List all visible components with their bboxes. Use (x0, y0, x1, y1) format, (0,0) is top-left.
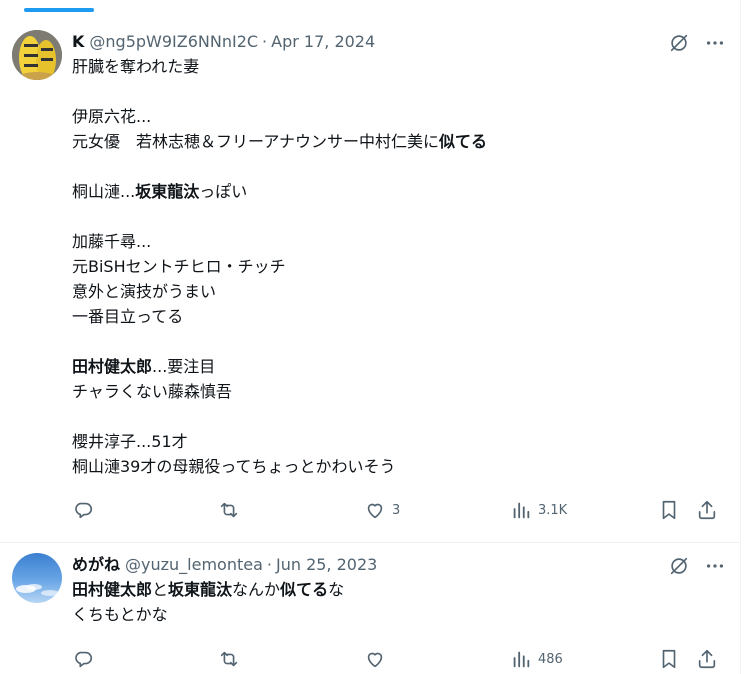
reply-icon (75, 651, 92, 668)
share-button[interactable] (696, 644, 718, 674)
like-button[interactable] (364, 644, 392, 674)
text-line: 伊原六花... (72, 104, 728, 129)
tweet-header: めがね @yuzu_lemontea · Jun 25, 2023 (72, 553, 728, 577)
reply-icon (75, 502, 92, 519)
author-handle[interactable]: @ng5pW9IZ6NNnI2C (89, 30, 258, 54)
tweet[interactable]: めがね @yuzu_lemontea · Jun 25, 2023 田村健太郎と… (0, 543, 740, 674)
repost-icon (220, 502, 238, 518)
highlighted-term: 似てる (280, 580, 329, 599)
text-segment: 元女優 若林志穂＆フリーアナウンサー中村仁美に (72, 132, 440, 151)
view-count: 486 (538, 651, 563, 667)
share-icon (698, 500, 716, 520)
text-segment: と (152, 580, 169, 599)
text-line: 田村健太郎...要注目 (72, 354, 728, 379)
avatar[interactable] (12, 30, 62, 80)
text-line: 元BiSHセントチヒロ・チッチ (72, 254, 728, 279)
text-segment: 加藤千尋... (72, 232, 152, 251)
author-handle[interactable]: @yuzu_lemontea (125, 553, 263, 577)
text-segment: 伊原六花... (72, 107, 152, 126)
text-line: 桐山漣...坂東龍汰っぽい (72, 179, 728, 204)
avatar[interactable] (12, 553, 62, 603)
tweet-header: K @ng5pW9IZ6NNnI2C · Apr 17, 2024 (72, 30, 728, 54)
repost-button[interactable] (218, 495, 246, 525)
text-segment: 桐山漣... (72, 182, 136, 201)
separator: · (262, 32, 268, 51)
more-dots-icon[interactable] (702, 30, 728, 56)
like-count: 3 (392, 502, 401, 518)
text-segment: 桐山漣39才の母親役ってちょっとかわいそう (72, 457, 396, 476)
highlighted-term: 田村健太郎 (72, 357, 153, 376)
text-segment: な (328, 580, 345, 599)
author-name[interactable]: めがね (72, 553, 120, 577)
text-line: 加藤千尋... (72, 229, 728, 254)
text-segment: っぽい (199, 182, 248, 201)
more-dots-icon[interactable] (702, 553, 728, 579)
bookmark-button[interactable] (658, 495, 680, 525)
views-icon (513, 651, 530, 668)
view-count: 3.1K (538, 502, 568, 518)
text-segment: チャラくない藤森慎吾 (72, 382, 232, 401)
text-line: くちもとかな (72, 602, 728, 627)
text-line: 一番目立ってる (72, 304, 728, 329)
repost-icon (220, 651, 238, 667)
text-segment: 肝臓を奪われた妻 (72, 57, 200, 76)
tweet-actions: 486 (72, 644, 728, 674)
reply-button[interactable] (72, 495, 100, 525)
text-segment: 元BiSHセントチヒロ・チッチ (72, 257, 286, 276)
highlighted-term: 似てる (439, 132, 488, 151)
tweet-text: 肝臓を奪われた妻 伊原六花... 元女優 若林志穂＆フリーアナウンサー中村仁美に似て… (72, 54, 728, 479)
text-segment: くちもとかな (72, 605, 168, 624)
highlighted-term: 坂東龍汰 (135, 182, 200, 201)
tweet-actions: 3 3.1K (72, 495, 728, 525)
text-line: 桐山漣39才の母親役ってちょっとかわいそう (72, 454, 728, 479)
reply-button[interactable] (72, 644, 100, 674)
text-line: 櫻井淳子...51才 (72, 429, 728, 454)
bookmark-icon (662, 649, 676, 669)
tweet-text: 田村健太郎と坂東龍汰なんか似てるなくちもとかな (72, 577, 728, 627)
text-line: チャラくない藤森慎吾 (72, 379, 728, 404)
text-segment: 意外と演技がうまい (72, 282, 217, 301)
text-line: 肝臓を奪われた妻 (72, 54, 728, 79)
text-segment: なんか (232, 580, 281, 599)
repost-button[interactable] (218, 644, 246, 674)
like-button[interactable]: 3 (364, 495, 400, 525)
tweet[interactable]: K @ng5pW9IZ6NNnI2C · Apr 17, 2024 肝臓を奪われ… (0, 22, 740, 543)
text-line: 田村健太郎と坂東龍汰なんか似てるな (72, 577, 728, 602)
tweet-date[interactable]: Apr 17, 2024 (271, 30, 375, 54)
text-segment: 櫻井淳子...51才 (72, 432, 188, 451)
grok-slash-icon[interactable] (666, 30, 692, 56)
views-button[interactable]: 486 (510, 644, 563, 674)
active-tab-indicator (24, 8, 94, 12)
text-line: 意外と演技がうまい (72, 279, 728, 304)
text-line: 元女優 若林志穂＆フリーアナウンサー中村仁美に似てる (72, 129, 728, 154)
author-name[interactable]: K (72, 30, 84, 54)
grok-slash-icon[interactable] (666, 553, 692, 579)
like-icon (367, 503, 383, 519)
text-segment: 一番目立ってる (72, 307, 184, 326)
like-icon (367, 652, 383, 668)
bookmark-button[interactable] (658, 644, 680, 674)
share-icon (698, 649, 716, 669)
column-border (740, 0, 741, 674)
text-segment: ...要注目 (152, 357, 216, 376)
views-button[interactable]: 3.1K (510, 495, 567, 525)
highlighted-term: 坂東龍汰 (168, 580, 233, 599)
highlighted-term: 田村健太郎 (72, 580, 153, 599)
views-icon (513, 502, 530, 519)
share-button[interactable] (696, 495, 718, 525)
bookmark-icon (662, 500, 676, 520)
separator: · (266, 555, 272, 574)
tweet-date[interactable]: Jun 25, 2023 (276, 553, 377, 577)
